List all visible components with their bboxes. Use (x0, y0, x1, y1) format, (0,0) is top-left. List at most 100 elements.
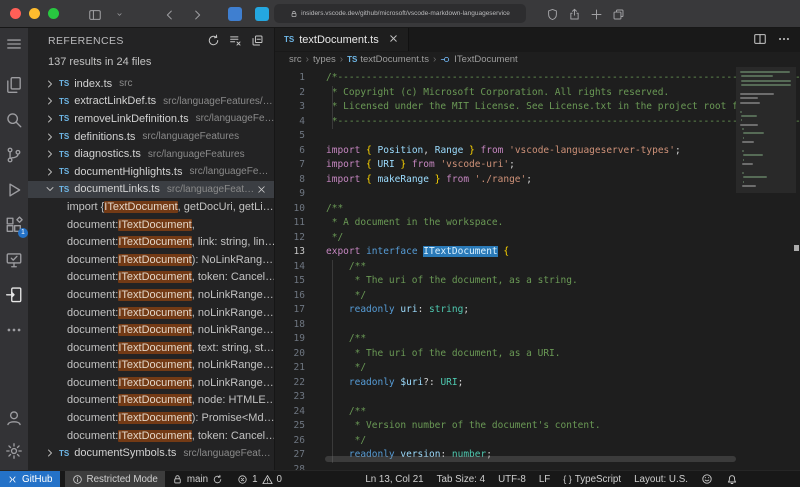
tree-file-row[interactable]: TSdocumentLinks.tssrc/languageFeat… (28, 181, 274, 199)
code-line[interactable]: 25 * Version number of the document's co… (275, 419, 800, 434)
activity-item-references-view[interactable] (3, 284, 25, 306)
code-line[interactable]: 7import { URI } from 'vscode-uri'; (275, 158, 800, 173)
activity-item-explorer[interactable] (3, 74, 25, 96)
code-line[interactable]: 24 /** (275, 405, 800, 420)
collapse-all-button[interactable] (251, 32, 264, 50)
tree-file-row[interactable]: TSdefinitions.tssrc/languageFeatures (28, 128, 274, 146)
minimap[interactable] (736, 67, 796, 193)
tree-file-row[interactable]: TSdiagnostics.tssrc/languageFeatures (28, 145, 274, 163)
status-restricted-mode[interactable]: Restricted Mode (65, 471, 165, 487)
status-eol[interactable]: LF (539, 474, 550, 485)
address-bar[interactable]: insiders.vscode.dev/github/microsoft/vsc… (274, 4, 526, 23)
split-editor-button[interactable] (753, 31, 767, 49)
tree-file-row[interactable]: TSindex.tssrc (28, 75, 274, 93)
reference-result-row[interactable]: document: ITextDocument, token: Cancel… (28, 269, 274, 287)
tree-file-row[interactable]: TSdocumentHighlights.tssrc/languageFe… (28, 163, 274, 181)
reference-result-row[interactable]: document: ITextDocument, node: HTMLE… (28, 392, 274, 410)
clear-results-button[interactable] (229, 32, 242, 50)
forward-button[interactable] (190, 6, 204, 24)
tab-textdocument[interactable]: TS textDocument.ts (275, 28, 409, 51)
code-line[interactable]: 26 */ (275, 434, 800, 449)
code-line[interactable]: 6import { Position, Range } from 'vscode… (275, 144, 800, 159)
code-line[interactable]: 18 (275, 318, 800, 333)
reference-result-row[interactable]: document: ITextDocument, noLinkRange… (28, 374, 274, 392)
status-branch[interactable]: main (165, 471, 230, 487)
minimap-slider[interactable] (736, 67, 796, 193)
reference-result-row[interactable]: document: ITextDocument, noLinkRange… (28, 357, 274, 375)
refresh-button[interactable] (207, 32, 220, 50)
status-tab-size[interactable]: Tab Size: 4 (437, 474, 485, 485)
breadcrumb-item[interactable]: src (289, 54, 302, 65)
tree-file-row[interactable]: TSextractLinkDef.tssrc/languageFeatures/… (28, 93, 274, 111)
reference-result-row[interactable]: import { ITextDocument, getDocUri, getLi… (28, 198, 274, 216)
code-area[interactable]: 1/*-------------------------------------… (275, 67, 800, 470)
status-encoding[interactable]: UTF-8 (498, 474, 526, 485)
reference-result-row[interactable]: document: ITextDocument): NoLinkRang… (28, 251, 274, 269)
code-line[interactable]: 5 (275, 129, 800, 144)
fullscreen-window-button[interactable] (48, 8, 59, 19)
reference-result-row[interactable]: document: ITextDocument, noLinkRange… (28, 286, 274, 304)
code-line[interactable]: 2 * Copyright (c) Microsoft Corporation.… (275, 86, 800, 101)
browser-tab-favicon[interactable] (255, 7, 269, 21)
minimize-window-button[interactable] (29, 8, 40, 19)
activity-item-menu[interactable] (3, 33, 25, 55)
status-language-mode[interactable]: { }TypeScript (563, 474, 621, 485)
browser-tab-favicon[interactable] (228, 7, 242, 21)
activity-item-account[interactable] (3, 407, 25, 429)
shield-button[interactable] (546, 6, 559, 24)
code-line[interactable]: 11 * A document in the workspace. (275, 216, 800, 231)
code-line[interactable]: 19 /** (275, 332, 800, 347)
plus-button[interactable] (590, 6, 603, 24)
status-feedback[interactable] (701, 473, 713, 485)
activity-item-more-views[interactable] (3, 319, 25, 341)
breadcrumb-item[interactable]: TStextDocument.ts (347, 54, 429, 65)
code-line[interactable]: 3 * Licensed under the MIT License. See … (275, 100, 800, 115)
close-window-button[interactable] (10, 8, 21, 19)
sidebar-toggle-button[interactable] (88, 6, 102, 24)
more-button[interactable] (777, 31, 791, 49)
horizontal-scrollbar[interactable] (325, 456, 736, 462)
tree-file-row[interactable]: TSdocumentSymbols.tssrc/languageFeat… (28, 444, 274, 462)
code-line[interactable]: 22 readonly $uri?: URI; (275, 376, 800, 391)
code-line[interactable]: 21 */ (275, 361, 800, 376)
breadcrumb-item[interactable]: types (313, 54, 336, 65)
code-line[interactable]: 12 */ (275, 231, 800, 246)
code-line[interactable]: 28 (275, 463, 800, 471)
code-line[interactable]: 4 *-------------------------------------… (275, 115, 800, 130)
code-line[interactable]: 20 * The uri of the document, as a URI. (275, 347, 800, 362)
reference-result-row[interactable]: document: ITextDocument, link: string, l… (28, 233, 274, 251)
code-line[interactable]: 15 * The uri of the document, as a strin… (275, 274, 800, 289)
code-line[interactable]: 9 (275, 187, 800, 202)
tabs-button[interactable] (612, 6, 625, 24)
dismiss-result-icon[interactable] (256, 183, 267, 195)
activity-item-settings[interactable] (3, 440, 25, 462)
code-line[interactable]: 23 (275, 390, 800, 405)
code-line[interactable]: 16 */ (275, 289, 800, 304)
activity-item-extensions[interactable]: 1 (3, 214, 25, 236)
activity-item-remote-explorer[interactable] (3, 249, 25, 271)
reference-result-row[interactable]: document: ITextDocument, text: string, s… (28, 339, 274, 357)
status-remote-github[interactable]: GitHub (0, 471, 60, 487)
status-cursor-position[interactable]: Ln 13, Col 21 (365, 474, 423, 485)
share-button[interactable] (568, 6, 581, 24)
code-line[interactable]: 10/** (275, 202, 800, 217)
chevron-small-down-button[interactable] (115, 6, 124, 24)
status-notifications[interactable] (726, 473, 738, 485)
activity-item-search[interactable] (3, 109, 25, 131)
code-line[interactable]: 17 readonly uri: string; (275, 303, 800, 318)
tree-file-row[interactable]: TSremoveLinkDefinition.tssrc/languageFe… (28, 110, 274, 128)
reference-result-row[interactable]: document: ITextDocument, noLinkRange… (28, 304, 274, 322)
status-keyboard-layout[interactable]: Layout: U.S. (634, 474, 688, 485)
code-line[interactable]: 14 /** (275, 260, 800, 275)
breadcrumb-item[interactable]: ITextDocument (440, 54, 517, 65)
close-tab-icon[interactable] (388, 31, 399, 49)
activity-item-source-control[interactable] (3, 144, 25, 166)
back-button[interactable] (163, 6, 177, 24)
status-problems[interactable]: 10 (230, 471, 289, 487)
reference-result-row[interactable]: document: ITextDocument, (28, 216, 274, 234)
reference-result-row[interactable]: document: ITextDocument, token: Cancel… (28, 427, 274, 445)
reference-result-row[interactable]: document: ITextDocument): Promise<Md… (28, 409, 274, 427)
reference-result-row[interactable]: document: ITextDocument, noLinkRange… (28, 321, 274, 339)
code-line[interactable]: 13export interface ITextDocument { (275, 245, 800, 260)
activity-item-run-debug[interactable] (3, 179, 25, 201)
